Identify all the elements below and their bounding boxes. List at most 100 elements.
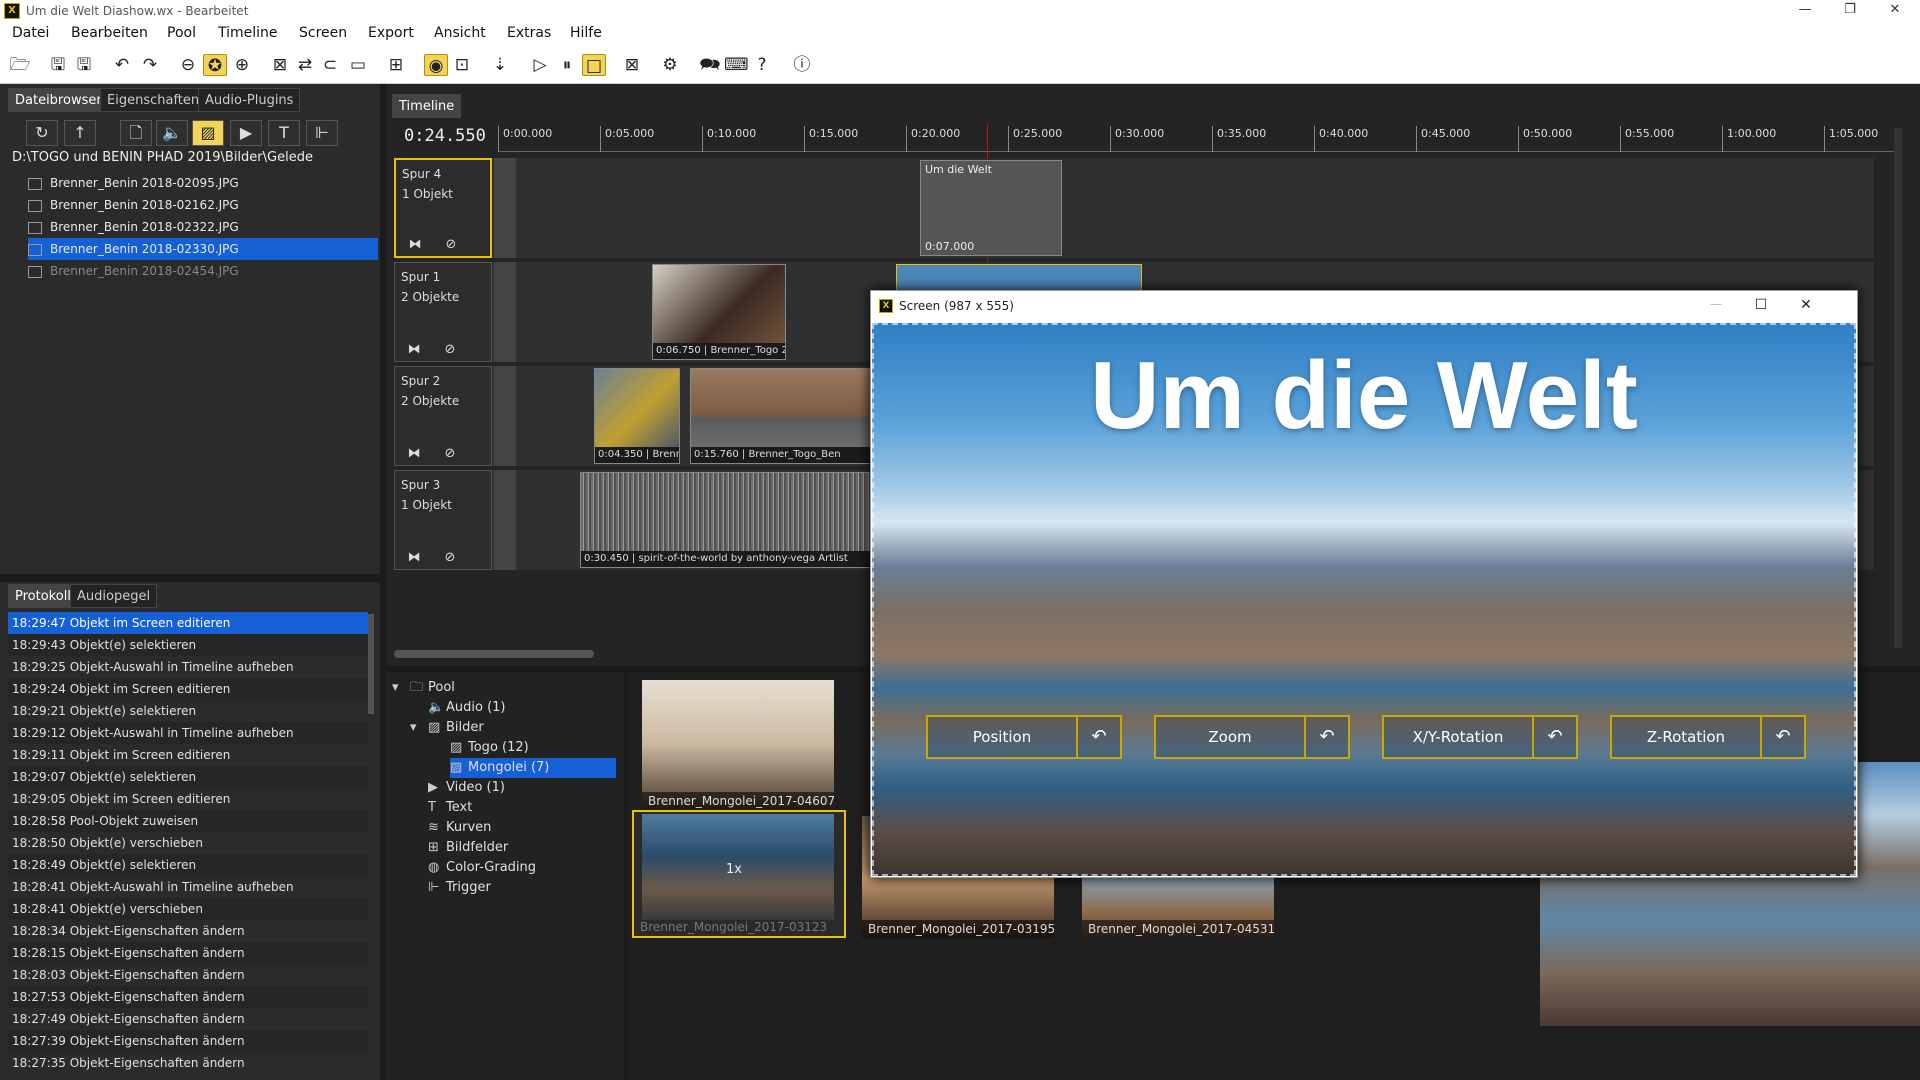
track-header[interactable]: Spur 2 2 Objekte ⧓ ⊘ <box>394 366 492 466</box>
log-row[interactable]: 18:29:24 Objekt im Screen editieren <box>8 678 368 700</box>
file-item[interactable]: Brenner_Benin 2018-02095.JPG <box>28 172 378 194</box>
track-mute-icon[interactable]: ⊘ <box>435 340 465 360</box>
track-volume-bar[interactable] <box>494 262 516 362</box>
pool-text[interactable]: T Text <box>428 798 472 818</box>
track-header[interactable]: Spur 3 1 Objekt ⧓ ⊘ <box>394 470 492 570</box>
pool-trigger[interactable]: ⊩ Trigger <box>428 878 491 898</box>
clip-title[interactable]: Um die Welt 0:07.000 <box>920 160 1062 256</box>
pool-thumb-selected[interactable]: 1x Brenner_Mongolei_2017-03123 <box>632 810 846 938</box>
tab-protokoll[interactable]: Protokoll <box>8 584 78 608</box>
tab-dateibrowser[interactable]: Dateibrowser <box>8 88 109 112</box>
save-icon[interactable]: 🖫 <box>46 54 70 76</box>
comments-icon[interactable]: 🗪 <box>698 54 722 76</box>
track-link-icon[interactable]: ⧓ <box>399 548 429 568</box>
log-row[interactable]: 18:29:11 Objekt im Screen editieren <box>8 744 368 766</box>
track-volume-bar[interactable] <box>494 366 516 466</box>
log-row[interactable]: 18:28:34 Objekt-Eigenschaften ändern <box>8 920 368 942</box>
track-mute-icon[interactable]: ⊘ <box>435 548 465 568</box>
track-mute-icon[interactable]: ⊘ <box>436 235 466 255</box>
pool-bilder[interactable]: ▾ ▨ Bilder <box>410 718 484 738</box>
file-item[interactable]: Brenner_Benin 2018-02330.JPG <box>28 238 378 260</box>
log-row[interactable]: 18:29:21 Objekt(e) selektieren <box>8 700 368 722</box>
screen-icon[interactable]: ⊡ <box>450 54 474 76</box>
menu-pool[interactable]: Pool <box>167 25 196 41</box>
track-link-icon[interactable]: ⧓ <box>399 444 429 464</box>
file-item[interactable]: Brenner_Benin 2018-02162.JPG <box>28 194 378 216</box>
menu-export[interactable]: Export <box>368 25 414 41</box>
pool-thumb[interactable]: Brenner_Mongolei_2017-04607 <box>642 680 834 810</box>
xy-rotation-reset-icon[interactable]: ↶ <box>1534 717 1576 757</box>
log-row[interactable]: 18:29:25 Objekt-Auswahl in Timeline aufh… <box>8 656 368 678</box>
audio-mixer-icon[interactable]: ⇣ <box>488 54 512 76</box>
track-link-icon[interactable]: ⧓ <box>400 235 430 255</box>
log-row[interactable]: 18:28:15 Objekt-Eigenschaften ändern <box>8 942 368 964</box>
text-filter-icon[interactable]: T <box>268 120 300 146</box>
log-row[interactable]: 18:28:41 Objekt-Auswahl in Timeline aufh… <box>8 876 368 898</box>
tab-audio-plugins[interactable]: Audio-Plugins <box>198 88 301 112</box>
help-icon[interactable]: ? <box>750 54 774 76</box>
log-row[interactable]: 18:28:41 Objekt(e) verschieben <box>8 898 368 920</box>
menu-bearbeiten[interactable]: Bearbeiten <box>71 25 148 41</box>
log-row[interactable]: 18:28:50 Objekt(e) verschieben <box>8 832 368 854</box>
image-filter-icon[interactable]: ▨ <box>192 120 224 146</box>
redo-icon[interactable]: ↷ <box>138 54 162 76</box>
screen-close-button[interactable]: ✕ <box>1791 297 1821 313</box>
track-volume-bar[interactable] <box>494 470 516 570</box>
clip-image[interactable]: 0:06.750 | Brenner_Togo 2018... <box>652 264 786 360</box>
save-as-icon[interactable]: 🖫 <box>72 54 96 76</box>
preview-eye-icon[interactable]: ◉ <box>424 54 448 76</box>
position-reset-icon[interactable]: ↶ <box>1078 717 1120 757</box>
close-preview-icon[interactable]: ⊠ <box>620 54 644 76</box>
pool-root[interactable]: ▾ 🗀 Pool <box>392 678 455 698</box>
zoom-out-icon[interactable]: ⊖ <box>176 54 200 76</box>
pool-audio[interactable]: 🔈 Audio (1) <box>428 698 506 718</box>
screen-minimize-button[interactable]: — <box>1701 297 1731 311</box>
audio-filter-icon[interactable]: 🔈 <box>156 120 188 146</box>
zoom-in-icon[interactable]: ⊕ <box>230 54 254 76</box>
swap-icon[interactable]: ⇄ <box>293 54 317 76</box>
refresh-icon[interactable]: ↻ <box>26 120 58 146</box>
menu-screen[interactable]: Screen <box>299 25 347 41</box>
track-link-icon[interactable]: ⧓ <box>399 340 429 360</box>
pool-color-grading[interactable]: ◍ Color-Grading <box>428 858 536 878</box>
log-row[interactable]: 18:27:49 Objekt-Eigenschaften ändern <box>8 1008 368 1030</box>
z-rotation-label[interactable]: Z-Rotation <box>1612 717 1762 757</box>
zoom-fit-icon[interactable]: ✪ <box>203 54 227 76</box>
trigger-filter-icon[interactable]: ⊩ <box>306 120 338 146</box>
pool-bildfelder[interactable]: ⊞ Bildfelder <box>428 838 508 858</box>
grid-icon[interactable]: ⊞ <box>384 54 408 76</box>
tab-audiopegel[interactable]: Audiopegel <box>70 584 158 608</box>
log-row[interactable]: 18:28:58 Pool-Objekt zuweisen <box>8 810 368 832</box>
file-item[interactable]: Brenner_Benin 2018-02454.JPG <box>28 260 378 282</box>
video-filter-icon[interactable]: ▶ <box>230 120 262 146</box>
timeline-scrollbar[interactable] <box>394 650 594 658</box>
log-scrollbar[interactable] <box>368 614 374 714</box>
timeline-vscroll[interactable] <box>1894 128 1902 648</box>
clip-audio[interactable]: 0:30.450 | spirit-of-the-world by anthon… <box>580 472 880 568</box>
ruler-icon[interactable]: ▭ <box>346 54 370 76</box>
tab-eigenschaften[interactable]: Eigenschaften <box>100 88 207 112</box>
restore-button[interactable]: ❐ <box>1830 2 1870 17</box>
pool-kurven[interactable]: ≋ Kurven <box>428 818 491 838</box>
track-mute-icon[interactable]: ⊘ <box>435 444 465 464</box>
zoom-label[interactable]: Zoom <box>1156 717 1306 757</box>
open-folder-icon[interactable]: 🗁 <box>8 54 32 76</box>
info-icon[interactable]: ⓘ <box>790 54 814 76</box>
log-row[interactable]: 18:29:05 Objekt im Screen editieren <box>8 788 368 810</box>
log-row[interactable]: 18:29:43 Objekt(e) selektieren <box>8 634 368 656</box>
screen-maximize-button[interactable]: ☐ <box>1746 297 1776 313</box>
up-folder-icon[interactable]: ↑ <box>64 120 96 146</box>
menu-ansicht[interactable]: Ansicht <box>434 25 486 41</box>
split-icon[interactable]: ⊠ <box>268 54 292 76</box>
tab-timeline[interactable]: Timeline <box>392 94 462 118</box>
file-item[interactable]: Brenner_Benin 2018-02322.JPG <box>28 216 378 238</box>
undo-icon[interactable]: ↶ <box>110 54 134 76</box>
log-row[interactable]: 18:27:39 Objekt-Eigenschaften ändern <box>8 1030 368 1052</box>
zoom-control[interactable]: Zoom ↶ <box>1154 715 1350 759</box>
close-button[interactable]: ✕ <box>1875 2 1915 17</box>
log-row[interactable]: 18:29:47 Objekt im Screen editieren <box>8 612 368 634</box>
play-icon[interactable]: ▷ <box>528 54 552 76</box>
track-volume-bar[interactable] <box>494 158 516 258</box>
position-label[interactable]: Position <box>928 717 1078 757</box>
settings-gear-icon[interactable]: ⚙ <box>658 54 682 76</box>
